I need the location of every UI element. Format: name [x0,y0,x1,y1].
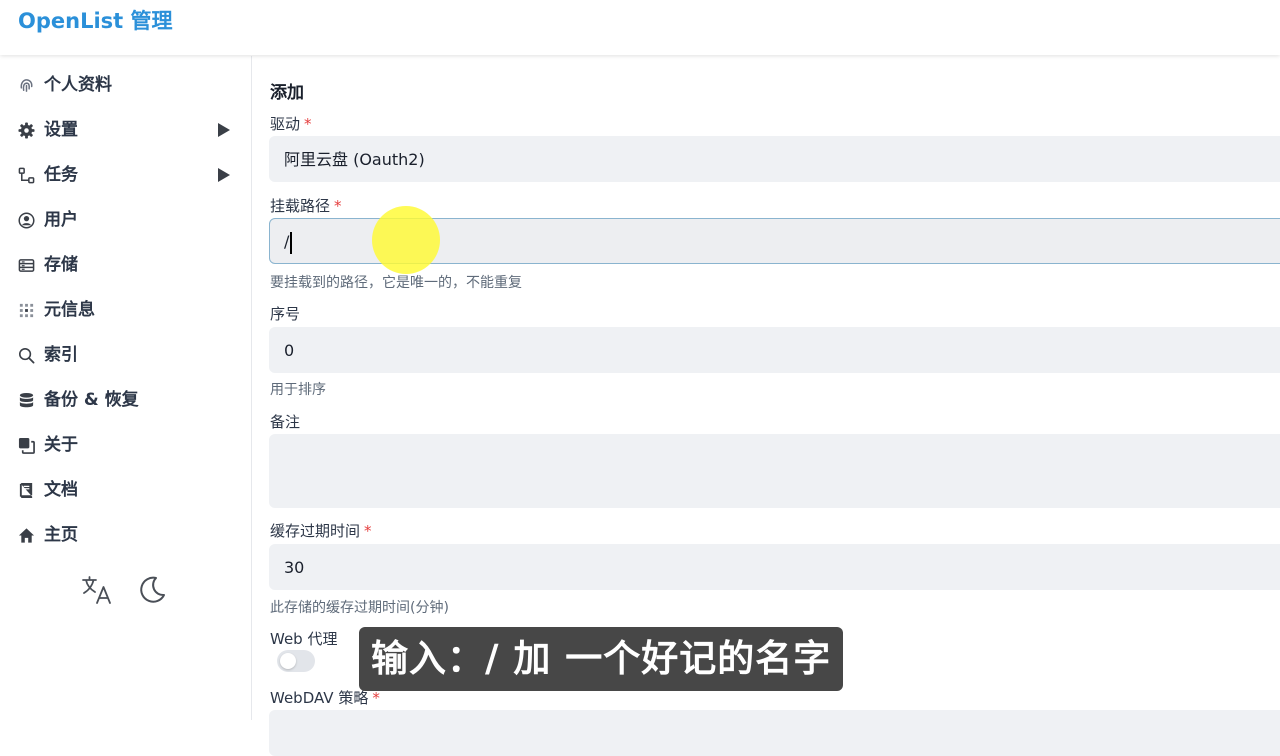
copy-icon [17,436,35,454]
text-caret [290,231,292,254]
field-label-text: Web 代理 [270,630,338,648]
sidebar-item-home[interactable]: 主页 [0,518,251,552]
cache-expiration-input[interactable]: 30 [269,544,1280,590]
order-label: 序号 [270,303,300,324]
required-mark: * [334,197,342,215]
task-flow-icon [17,166,35,184]
moon-icon[interactable] [135,573,169,607]
sidebar-item-about[interactable]: 关于 [0,428,251,462]
field-label-text: 驱动 [270,115,301,133]
web-proxy-label: Web 代理 [270,628,337,649]
sidebar-item-label: 元信息 [44,300,95,320]
sidebar-item-label: 索引 [44,345,78,365]
sidebar-item-settings[interactable]: 设置 [0,113,251,147]
order-help: 用于排序 [270,382,326,398]
web-proxy-toggle[interactable] [277,650,315,672]
sidebar-item-label: 存储 [44,255,78,275]
mount-path-value: / [284,232,290,251]
remark-textarea[interactable] [269,434,1280,508]
sidebar-item-label: 设置 [44,120,78,140]
home-icon [17,526,35,544]
field-label-text: 备注 [270,413,301,431]
driver-label: 驱动 * [270,113,312,134]
driver-select[interactable]: 阿里云盘 (Oauth2) [269,136,1280,182]
required-mark: * [372,689,380,707]
required-mark: * [364,522,372,540]
webdav-policy-select[interactable] [269,710,1280,756]
sidebar-item-storage[interactable]: 存储 [0,248,251,282]
chevron-right-icon [218,123,230,137]
sidebar-item-tasks[interactable]: 任务 [0,158,251,192]
required-mark: * [304,115,312,133]
mount-path-label: 挂载路径 * [270,195,342,216]
search-icon [17,346,35,364]
sidebar-item-label: 主页 [44,525,78,545]
sidebar-item-label: 任务 [44,165,78,185]
sidebar-item-meta[interactable]: 元信息 [0,293,251,327]
mount-path-help: 要挂载到的路径，它是唯一的，不能重复 [270,275,522,291]
sidebar: 个人资料 设置 任务 用户 存储 元信息 索引 备份 & 恢复 关于 文档 主页 [0,56,252,720]
field-label-text: WebDAV 策略 [270,689,369,707]
translate-icon[interactable] [80,573,114,607]
sidebar-item-docs[interactable]: 文档 [0,473,251,507]
fingerprint-icon [17,76,35,94]
book-icon [17,481,35,499]
cursor-highlight [372,206,440,274]
app-title[interactable]: OpenList 管理 [18,8,173,34]
sidebar-item-profile[interactable]: 个人资料 [0,68,251,102]
sidebar-item-label: 关于 [44,435,78,455]
user-circle-icon [17,211,35,229]
order-value: 0 [284,341,295,360]
gear-icon [17,121,35,139]
sidebar-item-label: 用户 [44,210,78,230]
sidebar-item-index[interactable]: 索引 [0,338,251,372]
video-subtitle: 输入：/ 加 一个好记的名字 [359,627,844,691]
cache-expiration-label: 缓存过期时间 * [270,520,372,541]
sidebar-item-label: 个人资料 [44,75,112,95]
database-icon [17,391,35,409]
top-header: OpenList 管理 [0,0,1280,55]
main-content: 添加 驱动 * 阿里云盘 (Oauth2) 挂载路径 * / 要挂载到的路径，它是唯… [252,56,1280,756]
chevron-right-icon [218,168,230,182]
field-label-text: 挂载路径 [270,197,331,215]
field-label-text: 序号 [270,305,301,323]
driver-select-value: 阿里云盘 (Oauth2) [284,150,425,169]
sidebar-tools [80,573,180,613]
cache-expiration-value: 30 [284,558,305,577]
storage-icon [17,256,35,274]
order-input[interactable]: 0 [269,327,1280,373]
sidebar-item-users[interactable]: 用户 [0,203,251,237]
field-label-text: 缓存过期时间 [270,522,361,540]
sidebar-item-label: 文档 [44,480,78,500]
cache-expiration-help: 此存储的缓存过期时间(分钟) [270,600,449,616]
meta-grid-icon [17,301,35,319]
page-title: 添加 [270,83,304,103]
sidebar-item-backup-restore[interactable]: 备份 & 恢复 [0,383,251,417]
sidebar-item-label: 备份 & 恢复 [44,390,139,410]
toggle-knob [280,653,296,669]
remark-label: 备注 [270,411,300,432]
